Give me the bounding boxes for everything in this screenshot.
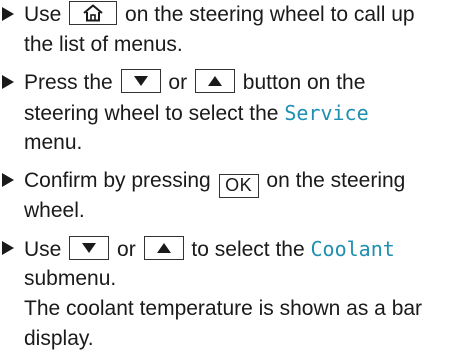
bullet-triangle-icon bbox=[2, 173, 14, 187]
step-2-line-3: menu. bbox=[24, 128, 82, 158]
step-4-line-2: submenu. bbox=[24, 264, 116, 294]
ok-button: OK bbox=[218, 174, 259, 198]
step-2-line-1: Press the or button on the bbox=[24, 68, 365, 98]
up-button bbox=[194, 69, 235, 93]
step-3-text-b: on the steering bbox=[266, 169, 406, 192]
up-arrow-icon bbox=[156, 243, 171, 253]
step-4-line-4: display. bbox=[24, 324, 94, 354]
step-2-text-d: menu. bbox=[24, 131, 83, 154]
step-1-text-a: Use bbox=[24, 3, 62, 26]
step-2-line-2: steering wheel to select the Service bbox=[24, 98, 369, 129]
step-3-text-a: Confirm by pressing bbox=[24, 169, 211, 192]
step-1-text-b: on the steering wheel to call up bbox=[125, 3, 415, 26]
down-arrow-icon bbox=[133, 76, 148, 86]
step-4-line-3: The coolant temperature is shown as a ba… bbox=[24, 294, 422, 324]
step-1-text-c: the list of menus. bbox=[24, 33, 183, 56]
step-4-text-a: Use bbox=[24, 238, 62, 261]
service-menu-name: Service bbox=[284, 101, 369, 125]
step-1-line-2: the list of menus. bbox=[24, 30, 183, 60]
bullet-triangle-icon bbox=[2, 75, 14, 89]
step-2-text-c: steering wheel to select the bbox=[24, 102, 279, 125]
step-2-text-b: button on the bbox=[242, 71, 366, 94]
bullet-triangle-icon bbox=[2, 241, 14, 255]
step-3-line-1: Confirm by pressing OK on the steering bbox=[24, 166, 405, 198]
coolant-menu-name: Coolant bbox=[310, 237, 395, 261]
step-4-or: or bbox=[117, 238, 136, 261]
step-4-text-c: submenu. bbox=[24, 267, 117, 290]
step-2-or: or bbox=[168, 71, 188, 94]
down-arrow-icon bbox=[82, 243, 97, 253]
home-button bbox=[69, 1, 118, 25]
step-2-text-a: Press the bbox=[24, 71, 113, 94]
down-button bbox=[120, 69, 161, 93]
step-4-text-d: The coolant temperature is shown as a ba… bbox=[24, 297, 423, 320]
up-button bbox=[143, 236, 184, 260]
step-3-text-c: wheel. bbox=[24, 199, 85, 222]
step-4-line-1: Use or to select the Coolant bbox=[24, 234, 395, 265]
bullet-triangle-icon bbox=[2, 7, 14, 21]
step-1-line-1: Use on the steering wheel to call up bbox=[24, 0, 415, 30]
step-4-text-b: to select the bbox=[191, 238, 305, 261]
up-arrow-icon bbox=[207, 76, 222, 86]
step-4-text-e: display. bbox=[24, 327, 94, 350]
down-button bbox=[69, 236, 110, 260]
home-icon bbox=[83, 4, 103, 22]
step-3-line-2: wheel. bbox=[24, 196, 85, 226]
